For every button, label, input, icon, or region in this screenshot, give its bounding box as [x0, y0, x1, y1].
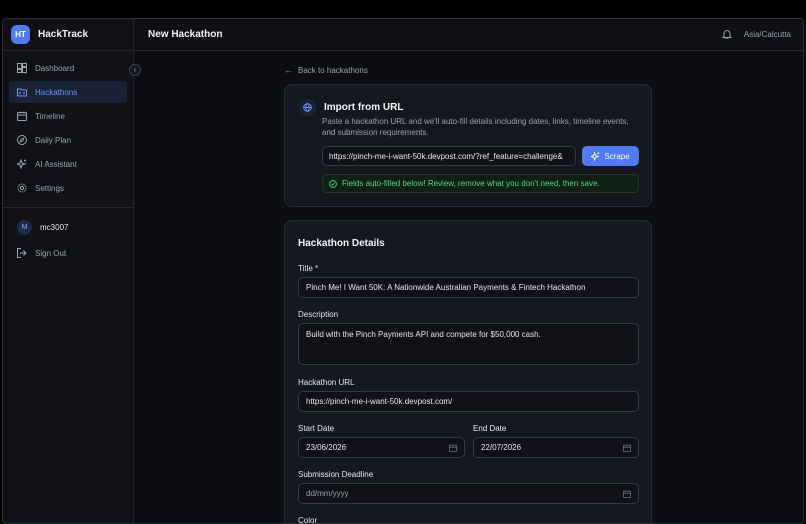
page-title: New Hackathon — [148, 29, 223, 40]
main-content: ← Back to hackathons Import from URL Pas… — [134, 51, 803, 523]
header-right: Asia/Calcutta — [721, 26, 791, 44]
sparkles-icon — [17, 159, 27, 169]
top-strip — [0, 0, 806, 18]
timezone-label: Asia/Calcutta — [743, 30, 791, 39]
description-textarea[interactable]: Build with the Pinch Payments API and co… — [298, 323, 639, 365]
submission-deadline-input[interactable]: dd/mm/yyyy — [298, 483, 639, 504]
title-input[interactable]: Pinch Me! I Want 50K: A Nationwide Austr… — [298, 277, 639, 298]
sidebar-nav: Dashboard Hackathons Timeline Daily Plan… — [3, 51, 133, 199]
sidebar-item-label: Timeline — [35, 111, 65, 121]
sign-out-icon — [17, 248, 27, 258]
calendar-icon[interactable] — [449, 444, 457, 452]
color-label: Color — [298, 516, 318, 524]
import-header: Import from URL — [299, 99, 403, 116]
import-description: Paste a hackathon URL and we'll auto-fil… — [322, 117, 629, 137]
collapse-sidebar-button[interactable]: ‹ — [129, 64, 141, 76]
sidebar-item-ai-assistant[interactable]: AI Assistant — [9, 153, 127, 175]
import-card: Import from URL Paste a hackathon URL an… — [284, 84, 652, 207]
url-label: Hackathon URL — [298, 378, 355, 387]
calendar-icon[interactable] — [623, 490, 631, 498]
end-date-label: End Date — [473, 424, 507, 433]
start-date-input[interactable]: 23/06/2026 — [298, 437, 465, 458]
import-url-input[interactable]: https://pinch-me-i-want-50k.devpost.com/… — [322, 146, 576, 166]
sidebar-item-label: Daily Plan — [35, 135, 72, 145]
brand[interactable]: HT HackTrack — [3, 19, 133, 51]
sidebar-item-label: Hackathons — [35, 87, 78, 97]
bell-icon[interactable] — [721, 26, 733, 44]
compass-icon — [17, 135, 27, 145]
app-name: HackTrack — [38, 29, 89, 40]
end-date-value: 22/07/2026 — [481, 443, 522, 452]
scrape-button[interactable]: Scrape — [582, 146, 639, 166]
user-profile[interactable]: M mc3007 — [3, 216, 133, 238]
chevron-left-icon: ‹ — [133, 65, 137, 74]
sidebar-item-label: Settings — [35, 183, 64, 193]
sidebar: HT HackTrack Dashboard Hackathons Timeli… — [3, 19, 134, 523]
sparkles-icon — [591, 151, 600, 161]
back-link[interactable]: ← Back to hackathons — [284, 65, 368, 75]
sidebar-item-timeline[interactable]: Timeline — [9, 105, 127, 127]
hackathon-url-input[interactable]: https://pinch-me-i-want-50k.devpost.com/ — [298, 391, 639, 412]
import-title: Import from URL — [324, 102, 404, 113]
scrape-label: Scrape — [604, 151, 630, 161]
calendar-icon — [17, 111, 27, 121]
success-message: Fields auto-filled below! Review, remove… — [342, 179, 600, 188]
app-window: HT HackTrack Dashboard Hackathons Timeli… — [2, 18, 804, 524]
app-logo: HT — [11, 25, 30, 44]
title-label: Title * — [298, 264, 319, 273]
folder-code-icon — [17, 88, 27, 97]
avatar: M — [17, 219, 32, 235]
details-card: Hackathon Details Title * Pinch Me! I Wa… — [284, 220, 652, 524]
autofill-success-banner: Fields auto-filled below! Review, remove… — [322, 174, 639, 193]
description-label: Description — [298, 310, 339, 319]
sidebar-item-hackathons[interactable]: Hackathons — [9, 81, 127, 103]
sign-out-button[interactable]: Sign Out — [3, 242, 133, 264]
arrow-left-icon: ← — [284, 65, 293, 75]
end-date-input[interactable]: 22/07/2026 — [473, 437, 639, 458]
deadline-placeholder: dd/mm/yyyy — [306, 489, 349, 498]
dashboard-icon — [17, 63, 27, 73]
gear-icon — [17, 183, 27, 193]
deadline-label: Submission Deadline — [298, 470, 374, 479]
globe-icon — [299, 99, 316, 116]
sidebar-item-label: Dashboard — [35, 63, 75, 73]
calendar-icon[interactable] — [623, 444, 631, 452]
sign-out-label: Sign Out — [35, 248, 67, 258]
back-link-label: Back to hackathons — [298, 65, 368, 75]
sidebar-item-label: AI Assistant — [35, 159, 77, 169]
username: mc3007 — [40, 222, 69, 232]
start-date-label: Start Date — [298, 424, 335, 433]
start-date-value: 23/06/2026 — [306, 443, 347, 452]
sidebar-item-daily-plan[interactable]: Daily Plan — [9, 129, 127, 151]
sidebar-item-settings[interactable]: Settings — [9, 177, 127, 199]
details-title: Hackathon Details — [298, 238, 385, 249]
sidebar-item-dashboard[interactable]: Dashboard — [9, 57, 127, 79]
check-circle-icon — [329, 179, 337, 188]
sidebar-divider — [3, 207, 133, 208]
top-header: New Hackathon Asia/Calcutta — [134, 19, 803, 51]
